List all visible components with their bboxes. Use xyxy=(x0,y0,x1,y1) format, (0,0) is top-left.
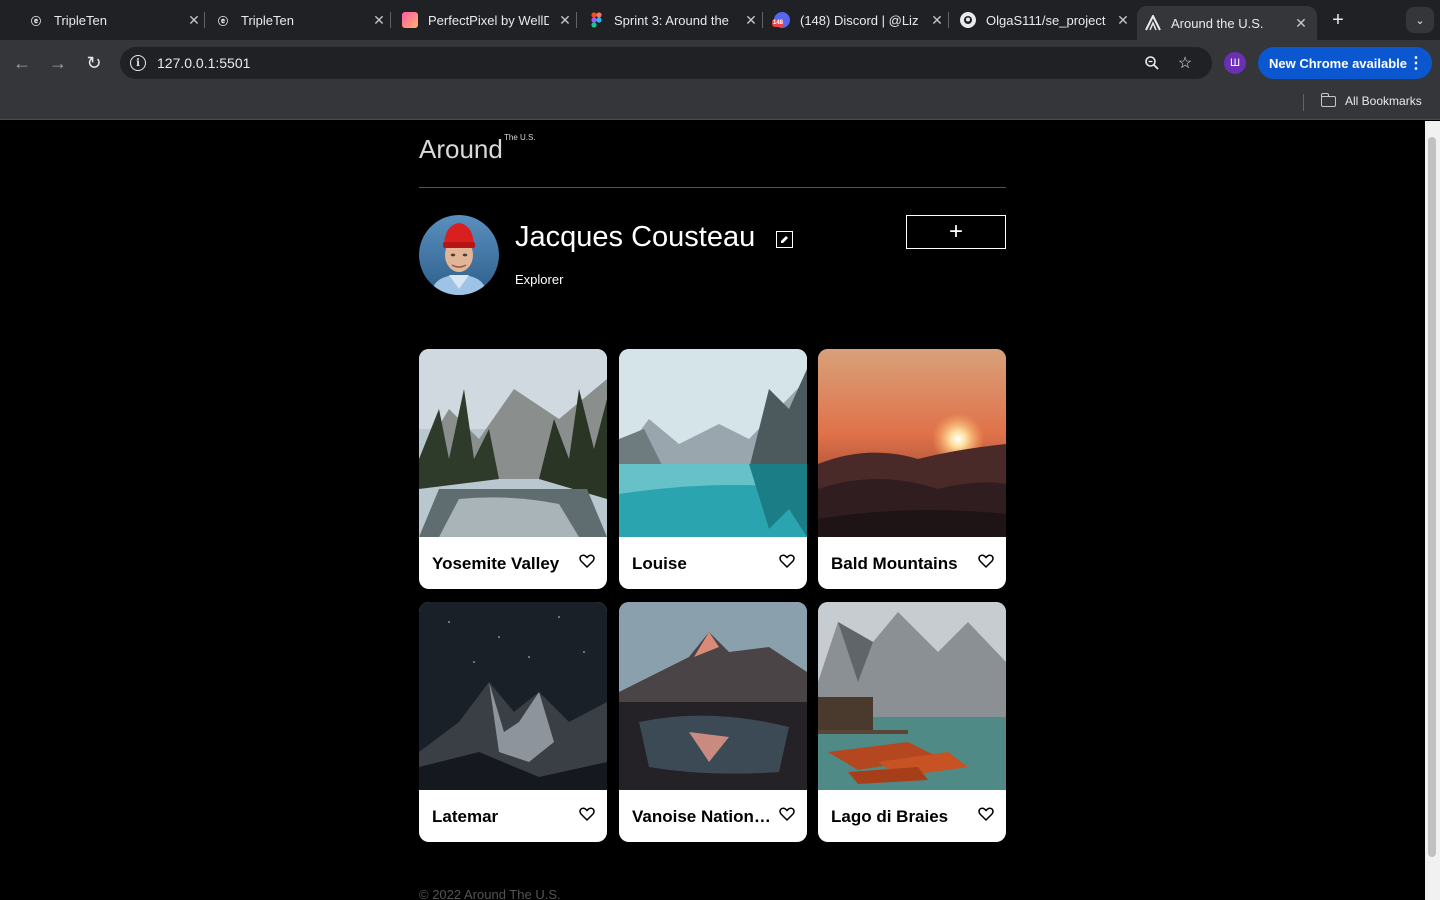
back-button[interactable]: ← xyxy=(10,51,34,75)
browser-tab-active[interactable]: Around the U.S. ✕ xyxy=(1137,6,1317,40)
profile-avatar[interactable]: Ш xyxy=(1224,52,1246,74)
heart-icon[interactable] xyxy=(779,553,795,569)
tab-divider xyxy=(204,12,205,28)
forward-button[interactable]: → xyxy=(46,51,70,75)
update-chrome-button[interactable]: New Chrome available ⋮ xyxy=(1258,47,1432,79)
page-viewport: Around The U.S. Jacques Cousteau Explore… xyxy=(0,121,1440,900)
github-icon xyxy=(960,12,976,28)
plus-icon: + xyxy=(948,218,963,245)
close-icon[interactable]: ✕ xyxy=(929,12,945,28)
tab-divider xyxy=(762,12,763,28)
chevron-down-icon: ⌄ xyxy=(1415,14,1425,27)
page-scrollbar[interactable] xyxy=(1425,121,1440,900)
card-image[interactable] xyxy=(619,602,807,790)
tab-title: PerfectPixel by WellD xyxy=(428,12,549,28)
tab-title: Sprint 3: Around the xyxy=(614,12,729,28)
bookmark-star-icon[interactable]: ☆ xyxy=(1175,53,1195,73)
new-tab-button[interactable]: + xyxy=(1326,8,1350,32)
profile-name: Jacques Cousteau xyxy=(515,221,756,253)
site-logo: Around xyxy=(419,134,503,164)
header-divider xyxy=(419,187,1006,188)
heart-icon[interactable] xyxy=(978,806,994,822)
card-title: Latemar xyxy=(432,807,499,826)
tab-title: TripleTen xyxy=(241,12,294,28)
card-title: Lago di Braies xyxy=(831,807,949,826)
heart-icon[interactable] xyxy=(978,553,994,569)
browser-tab-strip: ⓔ TripleTen ✕ ⓔ TripleTen ✕ PerfectPixel… xyxy=(0,0,1440,40)
card-image[interactable] xyxy=(419,602,607,790)
tab-title: (148) Discord | @Liz xyxy=(800,12,919,28)
card: Vanoise National Park xyxy=(619,602,807,842)
close-icon[interactable]: ✕ xyxy=(743,12,759,28)
site-logo-superscript: The U.S. xyxy=(504,133,536,142)
figma-icon xyxy=(588,12,604,28)
browser-toolbar: ← → ↻ i 127.0.0.1:5501 ☆ Ш New Chrome av… xyxy=(0,40,1440,86)
card-image[interactable] xyxy=(818,602,1006,790)
perfectpixel-icon xyxy=(402,12,418,28)
tripleten-icon: ⓔ xyxy=(218,16,228,28)
arrow-right-icon: → xyxy=(49,52,67,73)
tab-divider xyxy=(390,12,391,28)
card-image[interactable] xyxy=(818,349,1006,537)
bookmarks-bar: All Bookmarks xyxy=(0,86,1440,120)
card-title: Bald Mountains xyxy=(831,554,958,573)
browser-tab[interactable]: OlgaS111/se_project ✕ xyxy=(960,6,1131,34)
tripleten-icon: ⓔ xyxy=(31,16,41,28)
tab-title: OlgaS111/se_project xyxy=(986,12,1106,28)
pencil-icon xyxy=(781,236,788,243)
close-icon[interactable]: ✕ xyxy=(1115,12,1131,28)
all-bookmarks-button[interactable]: All Bookmarks xyxy=(1320,92,1422,108)
card: Latemar xyxy=(419,602,607,842)
heart-icon[interactable] xyxy=(579,553,595,569)
card-title: Vanoise National Park xyxy=(632,807,772,826)
bookmarks-divider xyxy=(1303,94,1304,111)
tab-search-button[interactable]: ⌄ xyxy=(1406,7,1434,33)
reload-button[interactable]: ↻ xyxy=(82,51,106,75)
card-image[interactable] xyxy=(619,349,807,537)
browser-tab[interactable]: ⓔ TripleTen ✕ xyxy=(28,6,202,34)
discord-icon: 148 xyxy=(772,12,790,28)
around-icon xyxy=(1145,15,1161,31)
card-title: Yosemite Valley xyxy=(432,554,560,573)
update-label: New Chrome available xyxy=(1269,55,1407,71)
heart-icon[interactable] xyxy=(779,806,795,822)
tab-title: Around the U.S. xyxy=(1171,15,1264,31)
close-icon[interactable]: ✕ xyxy=(1293,15,1309,31)
zoom-icon[interactable] xyxy=(1142,53,1162,73)
info-icon[interactable]: i xyxy=(130,55,146,71)
url-text[interactable]: 127.0.0.1:5501 xyxy=(157,55,250,71)
card-title: Louise xyxy=(632,554,687,573)
card: Bald Mountains xyxy=(818,349,1006,589)
profile-avatar-image xyxy=(419,215,499,295)
notification-badge: 148 xyxy=(772,19,785,27)
more-vert-icon: ⋮ xyxy=(1408,55,1424,72)
all-bookmarks-label: All Bookmarks xyxy=(1345,94,1422,108)
add-card-button[interactable]: + xyxy=(906,215,1006,249)
browser-tab[interactable]: PerfectPixel by WellD ✕ xyxy=(402,6,573,34)
card: Lago di Braies xyxy=(818,602,1006,842)
close-icon[interactable]: ✕ xyxy=(371,12,387,28)
address-bar[interactable]: i 127.0.0.1:5501 ☆ xyxy=(120,47,1212,79)
browser-tab[interactable]: 148 (148) Discord | @Liz ✕ xyxy=(772,6,945,34)
reload-icon: ↻ xyxy=(86,52,102,73)
close-icon[interactable]: ✕ xyxy=(186,12,202,28)
card: Yosemite Valley xyxy=(419,349,607,589)
arrow-left-icon: ← xyxy=(13,52,31,73)
profile-job: Explorer xyxy=(515,272,564,287)
heart-icon[interactable] xyxy=(579,806,595,822)
browser-tab[interactable]: Sprint 3: Around the ✕ xyxy=(588,6,759,34)
tab-divider xyxy=(576,12,577,28)
edit-profile-button[interactable] xyxy=(776,231,793,248)
folder-icon xyxy=(1320,92,1336,107)
card: Louise xyxy=(619,349,807,589)
tab-title: TripleTen xyxy=(54,12,107,28)
site-footer: © 2022 Around The U.S. xyxy=(419,887,561,900)
browser-tab[interactable]: ⓔ TripleTen ✕ xyxy=(215,6,387,34)
tab-divider xyxy=(948,12,949,28)
scrollbar-thumb[interactable] xyxy=(1428,137,1436,857)
close-icon[interactable]: ✕ xyxy=(557,12,573,28)
card-image[interactable] xyxy=(419,349,607,537)
